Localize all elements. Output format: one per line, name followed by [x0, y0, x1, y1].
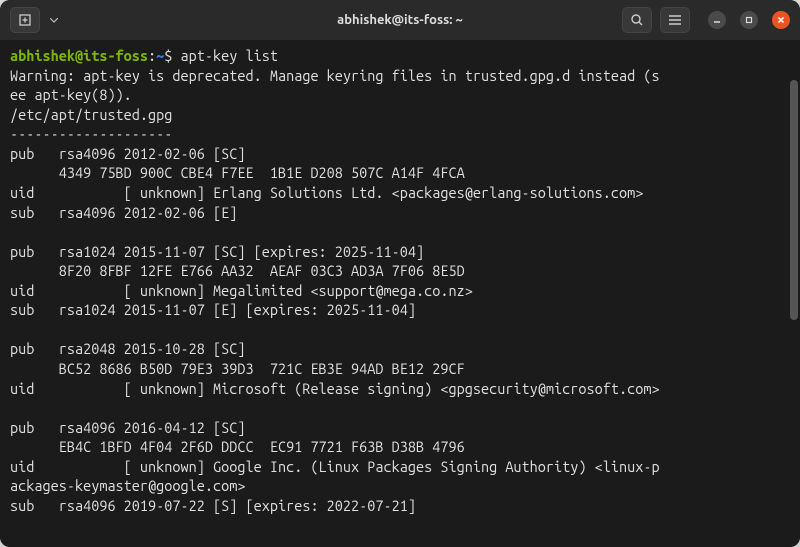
command-text: apt-key list — [181, 47, 278, 64]
output-line: pub rsa2048 2015-10-28 [SC] — [10, 340, 245, 357]
scrollbar-thumb[interactable] — [790, 80, 798, 320]
window-controls — [708, 11, 790, 29]
output-line: pub rsa1024 2015-11-07 [SC] [expires: 20… — [10, 243, 424, 260]
output-line: sub rsa4096 2019-07-22 [S] [expires: 202… — [10, 497, 416, 514]
new-tab-icon — [18, 13, 32, 27]
output-line: uid [ unknown] Microsoft (Release signin… — [10, 380, 660, 397]
output-line: BC52 8686 B50D 79E3 39D3 721C EB3E 94AD … — [10, 360, 465, 377]
output-line: /etc/apt/trusted.gpg — [10, 106, 172, 123]
terminal-content[interactable]: abhishek@its-foss:~$ apt-key list Warnin… — [0, 40, 800, 547]
output-line: pub rsa4096 2016-04-12 [SC] — [10, 419, 245, 436]
prompt-separator: : — [148, 47, 156, 64]
new-tab-dropdown[interactable] — [45, 7, 63, 33]
hamburger-menu-button[interactable] — [660, 7, 690, 33]
close-button[interactable] — [772, 11, 790, 29]
minimize-button[interactable] — [708, 11, 726, 29]
window-title: abhishek@its-foss: ~ — [337, 13, 463, 27]
terminal-window: abhishek@its-foss: ~ abhishek@its-fos — [0, 0, 800, 547]
output-line: uid [ unknown] Erlang Solutions Ltd. <pa… — [10, 184, 643, 201]
new-tab-button[interactable] — [10, 7, 40, 33]
titlebar: abhishek@its-foss: ~ — [0, 0, 800, 40]
titlebar-right-controls — [622, 7, 790, 33]
chevron-down-icon — [50, 18, 58, 23]
titlebar-left-controls — [10, 7, 63, 33]
output-line: ackages-keymaster@google.com> — [10, 477, 245, 494]
output-line: ee apt-key(8)). — [10, 86, 132, 103]
close-icon — [776, 15, 786, 25]
prompt-user-host: abhishek@its-foss — [10, 47, 148, 64]
search-button[interactable] — [622, 7, 652, 33]
output-line: uid [ unknown] Google Inc. (Linux Packag… — [10, 458, 660, 475]
search-icon — [630, 13, 644, 27]
maximize-icon — [744, 15, 754, 25]
output-line: EB4C 1BFD 4F04 2F6D DDCC EC91 7721 F63B … — [10, 438, 465, 455]
output-line: Warning: apt-key is deprecated. Manage k… — [10, 67, 660, 84]
output-line: 4349 75BD 900C CBE4 F7EE 1B1E D208 507C … — [10, 164, 465, 181]
prompt-dollar: $ — [164, 47, 172, 64]
output-line: 8F20 8FBF 12FE E766 AA32 AEAF 03C3 AD3A … — [10, 262, 465, 279]
output-line: uid [ unknown] Megalimited <support@mega… — [10, 282, 473, 299]
output-line: sub rsa1024 2015-11-07 [E] [expires: 202… — [10, 301, 416, 318]
hamburger-icon — [668, 14, 682, 26]
output-line: sub rsa4096 2012-02-06 [E] — [10, 204, 237, 221]
minimize-icon — [712, 15, 722, 25]
output-line: -------------------- — [10, 125, 172, 142]
output-line: pub rsa4096 2012-02-06 [SC] — [10, 145, 245, 162]
maximize-button[interactable] — [740, 11, 758, 29]
